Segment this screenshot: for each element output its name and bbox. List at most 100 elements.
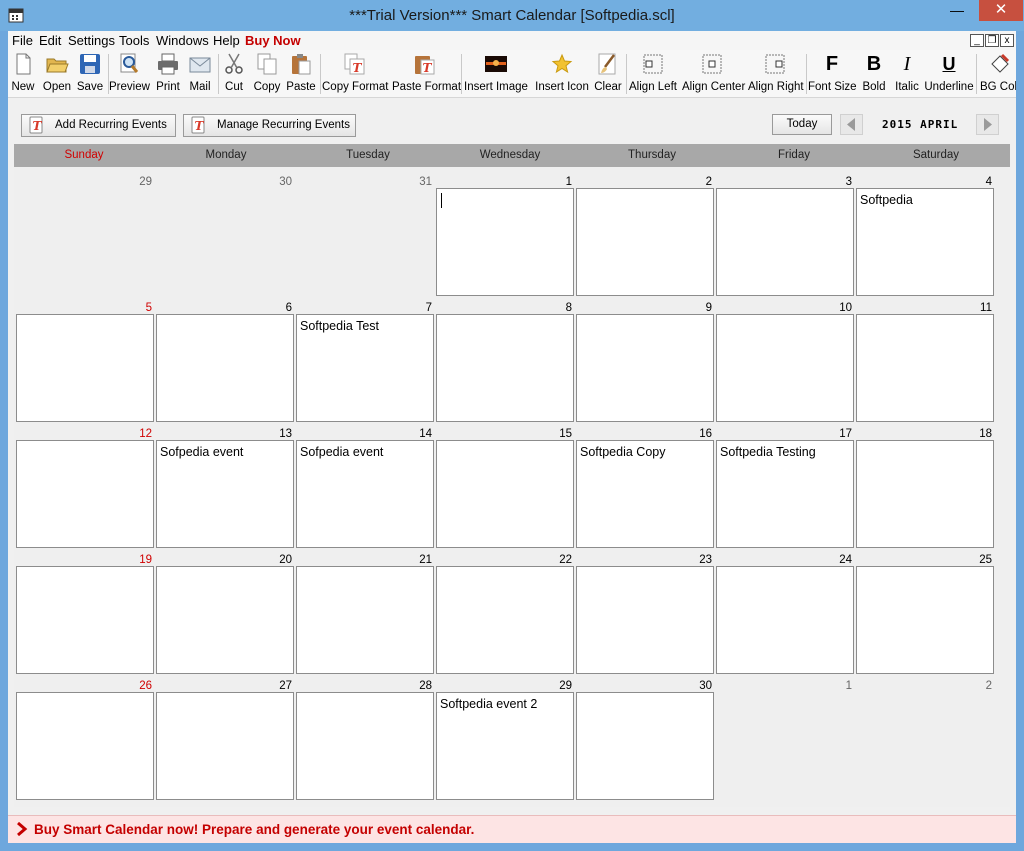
- toolbar-align-left-button[interactable]: Align Left: [629, 52, 677, 96]
- menu-windows[interactable]: Windows: [156, 33, 209, 48]
- day-event-box[interactable]: [576, 692, 714, 800]
- day-cell[interactable]: 12: [15, 419, 155, 548]
- day-cell[interactable]: 19: [15, 545, 155, 674]
- mdi-close-button[interactable]: x: [1000, 34, 1014, 47]
- day-event-box[interactable]: [436, 566, 574, 674]
- day-event-box[interactable]: [856, 440, 994, 548]
- prev-month-button[interactable]: [840, 114, 863, 135]
- day-cell[interactable]: 15: [435, 419, 575, 548]
- day-event-box[interactable]: Softpedia Test: [296, 314, 434, 422]
- day-cell[interactable]: 16 Softpedia Copy: [575, 419, 715, 548]
- manage-recurring-events-button[interactable]: T Manage Recurring Events: [183, 114, 356, 137]
- toolbar-new-button[interactable]: New: [10, 52, 36, 96]
- mdi-minimize-button[interactable]: _: [970, 34, 984, 47]
- day-cell[interactable]: 31: [295, 167, 435, 293]
- toolbar-bg-color-button[interactable]: BG Colo: [978, 52, 1016, 96]
- day-cell[interactable]: 17 Softpedia Testing: [715, 419, 855, 548]
- day-cell[interactable]: 24: [715, 545, 855, 674]
- day-event-box[interactable]: Sofpedia event: [296, 440, 434, 548]
- day-event-box[interactable]: Softpedia: [856, 188, 994, 296]
- menu-edit[interactable]: Edit: [39, 33, 61, 48]
- day-cell[interactable]: 8: [435, 293, 575, 422]
- close-button[interactable]: ✕: [979, 0, 1023, 21]
- menu-settings[interactable]: Settings: [68, 33, 115, 48]
- day-event-box[interactable]: [16, 692, 154, 800]
- title-bar[interactable]: ***Trial Version*** Smart Calendar [Soft…: [0, 0, 1024, 31]
- day-cell[interactable]: 22: [435, 545, 575, 674]
- day-event-box[interactable]: [16, 440, 154, 548]
- day-cell[interactable]: 27: [155, 671, 295, 800]
- day-cell[interactable]: 4 Softpedia: [855, 167, 995, 296]
- day-cell[interactable]: 23: [575, 545, 715, 674]
- day-event-box[interactable]: [716, 314, 854, 422]
- day-cell[interactable]: 11: [855, 293, 995, 422]
- toolbar-paste-format-button[interactable]: T Paste Format: [392, 52, 461, 96]
- day-cell[interactable]: 30: [155, 167, 295, 293]
- day-cell[interactable]: 18: [855, 419, 995, 548]
- toolbar-italic-button[interactable]: I Italic: [892, 52, 922, 96]
- day-event-box[interactable]: [436, 188, 574, 296]
- toolbar-align-center-button[interactable]: Align Center: [682, 52, 745, 96]
- day-event-box[interactable]: [856, 566, 994, 674]
- day-cell[interactable]: 29 Softpedia event 2: [435, 671, 575, 800]
- toolbar-font-size-button[interactable]: F Font Size: [808, 52, 857, 96]
- day-cell[interactable]: 20: [155, 545, 295, 674]
- toolbar-preview-button[interactable]: Preview: [109, 52, 150, 96]
- toolbar-underline-button[interactable]: U Underline: [924, 52, 974, 96]
- day-cell[interactable]: 5: [15, 293, 155, 422]
- day-cell[interactable]: 7 Softpedia Test: [295, 293, 435, 422]
- next-month-button[interactable]: [976, 114, 999, 135]
- day-event-box[interactable]: [16, 314, 154, 422]
- toolbar-copy-format-button[interactable]: T Copy Format: [322, 52, 388, 96]
- day-event-box[interactable]: Softpedia Copy: [576, 440, 714, 548]
- day-event-box[interactable]: Softpedia Testing: [716, 440, 854, 548]
- toolbar-copy-button[interactable]: Copy: [252, 52, 282, 96]
- toolbar-open-button[interactable]: Open: [42, 52, 72, 96]
- day-event-box[interactable]: [716, 566, 854, 674]
- day-cell[interactable]: 6: [155, 293, 295, 422]
- day-event-box[interactable]: [296, 692, 434, 800]
- day-event-box[interactable]: Softpedia event 2: [436, 692, 574, 800]
- day-cell[interactable]: 10: [715, 293, 855, 422]
- toolbar-save-button[interactable]: Save: [75, 52, 105, 96]
- promo-banner[interactable]: Buy Smart Calendar now! Prepare and gene…: [8, 815, 1016, 843]
- day-event-box[interactable]: [576, 566, 714, 674]
- menu-help[interactable]: Help: [213, 33, 240, 48]
- add-recurring-events-button[interactable]: T Add Recurring Events: [21, 114, 176, 137]
- menu-tools[interactable]: Tools: [119, 33, 149, 48]
- day-event-box[interactable]: [16, 566, 154, 674]
- day-cell[interactable]: 21: [295, 545, 435, 674]
- day-event-box[interactable]: [436, 314, 574, 422]
- day-cell[interactable]: 1: [715, 671, 855, 797]
- day-event-box[interactable]: [576, 188, 714, 296]
- day-cell[interactable]: 2: [575, 167, 715, 296]
- day-event-box[interactable]: [296, 566, 434, 674]
- day-event-box[interactable]: [156, 314, 294, 422]
- day-cell[interactable]: 26: [15, 671, 155, 800]
- toolbar-align-right-button[interactable]: Align Right: [748, 52, 804, 96]
- day-cell[interactable]: 3: [715, 167, 855, 296]
- day-cell[interactable]: 29: [15, 167, 155, 293]
- toolbar-insert-icon-button[interactable]: Insert Icon: [533, 52, 591, 96]
- day-cell[interactable]: 25: [855, 545, 995, 674]
- day-cell[interactable]: 1: [435, 167, 575, 296]
- toolbar-mail-button[interactable]: Mail: [186, 52, 214, 96]
- day-event-box[interactable]: Sofpedia event: [156, 440, 294, 548]
- toolbar-print-button[interactable]: Print: [154, 52, 182, 96]
- day-cell[interactable]: 9: [575, 293, 715, 422]
- day-event-box[interactable]: [156, 692, 294, 800]
- day-event-box[interactable]: [716, 188, 854, 296]
- day-event-box[interactable]: [856, 314, 994, 422]
- minimize-button[interactable]: —: [943, 0, 971, 21]
- day-cell[interactable]: 30: [575, 671, 715, 800]
- toolbar-paste-button[interactable]: Paste: [285, 52, 317, 96]
- menu-file[interactable]: File: [12, 33, 33, 48]
- today-button[interactable]: Today: [772, 114, 832, 135]
- day-cell[interactable]: 14 Sofpedia event: [295, 419, 435, 548]
- day-cell[interactable]: 13 Sofpedia event: [155, 419, 295, 548]
- toolbar-clear-button[interactable]: Clear: [594, 52, 622, 96]
- day-cell[interactable]: 28: [295, 671, 435, 800]
- day-event-box[interactable]: [436, 440, 574, 548]
- toolbar-bold-button[interactable]: B Bold: [860, 52, 888, 96]
- toolbar-cut-button[interactable]: Cut: [220, 52, 248, 96]
